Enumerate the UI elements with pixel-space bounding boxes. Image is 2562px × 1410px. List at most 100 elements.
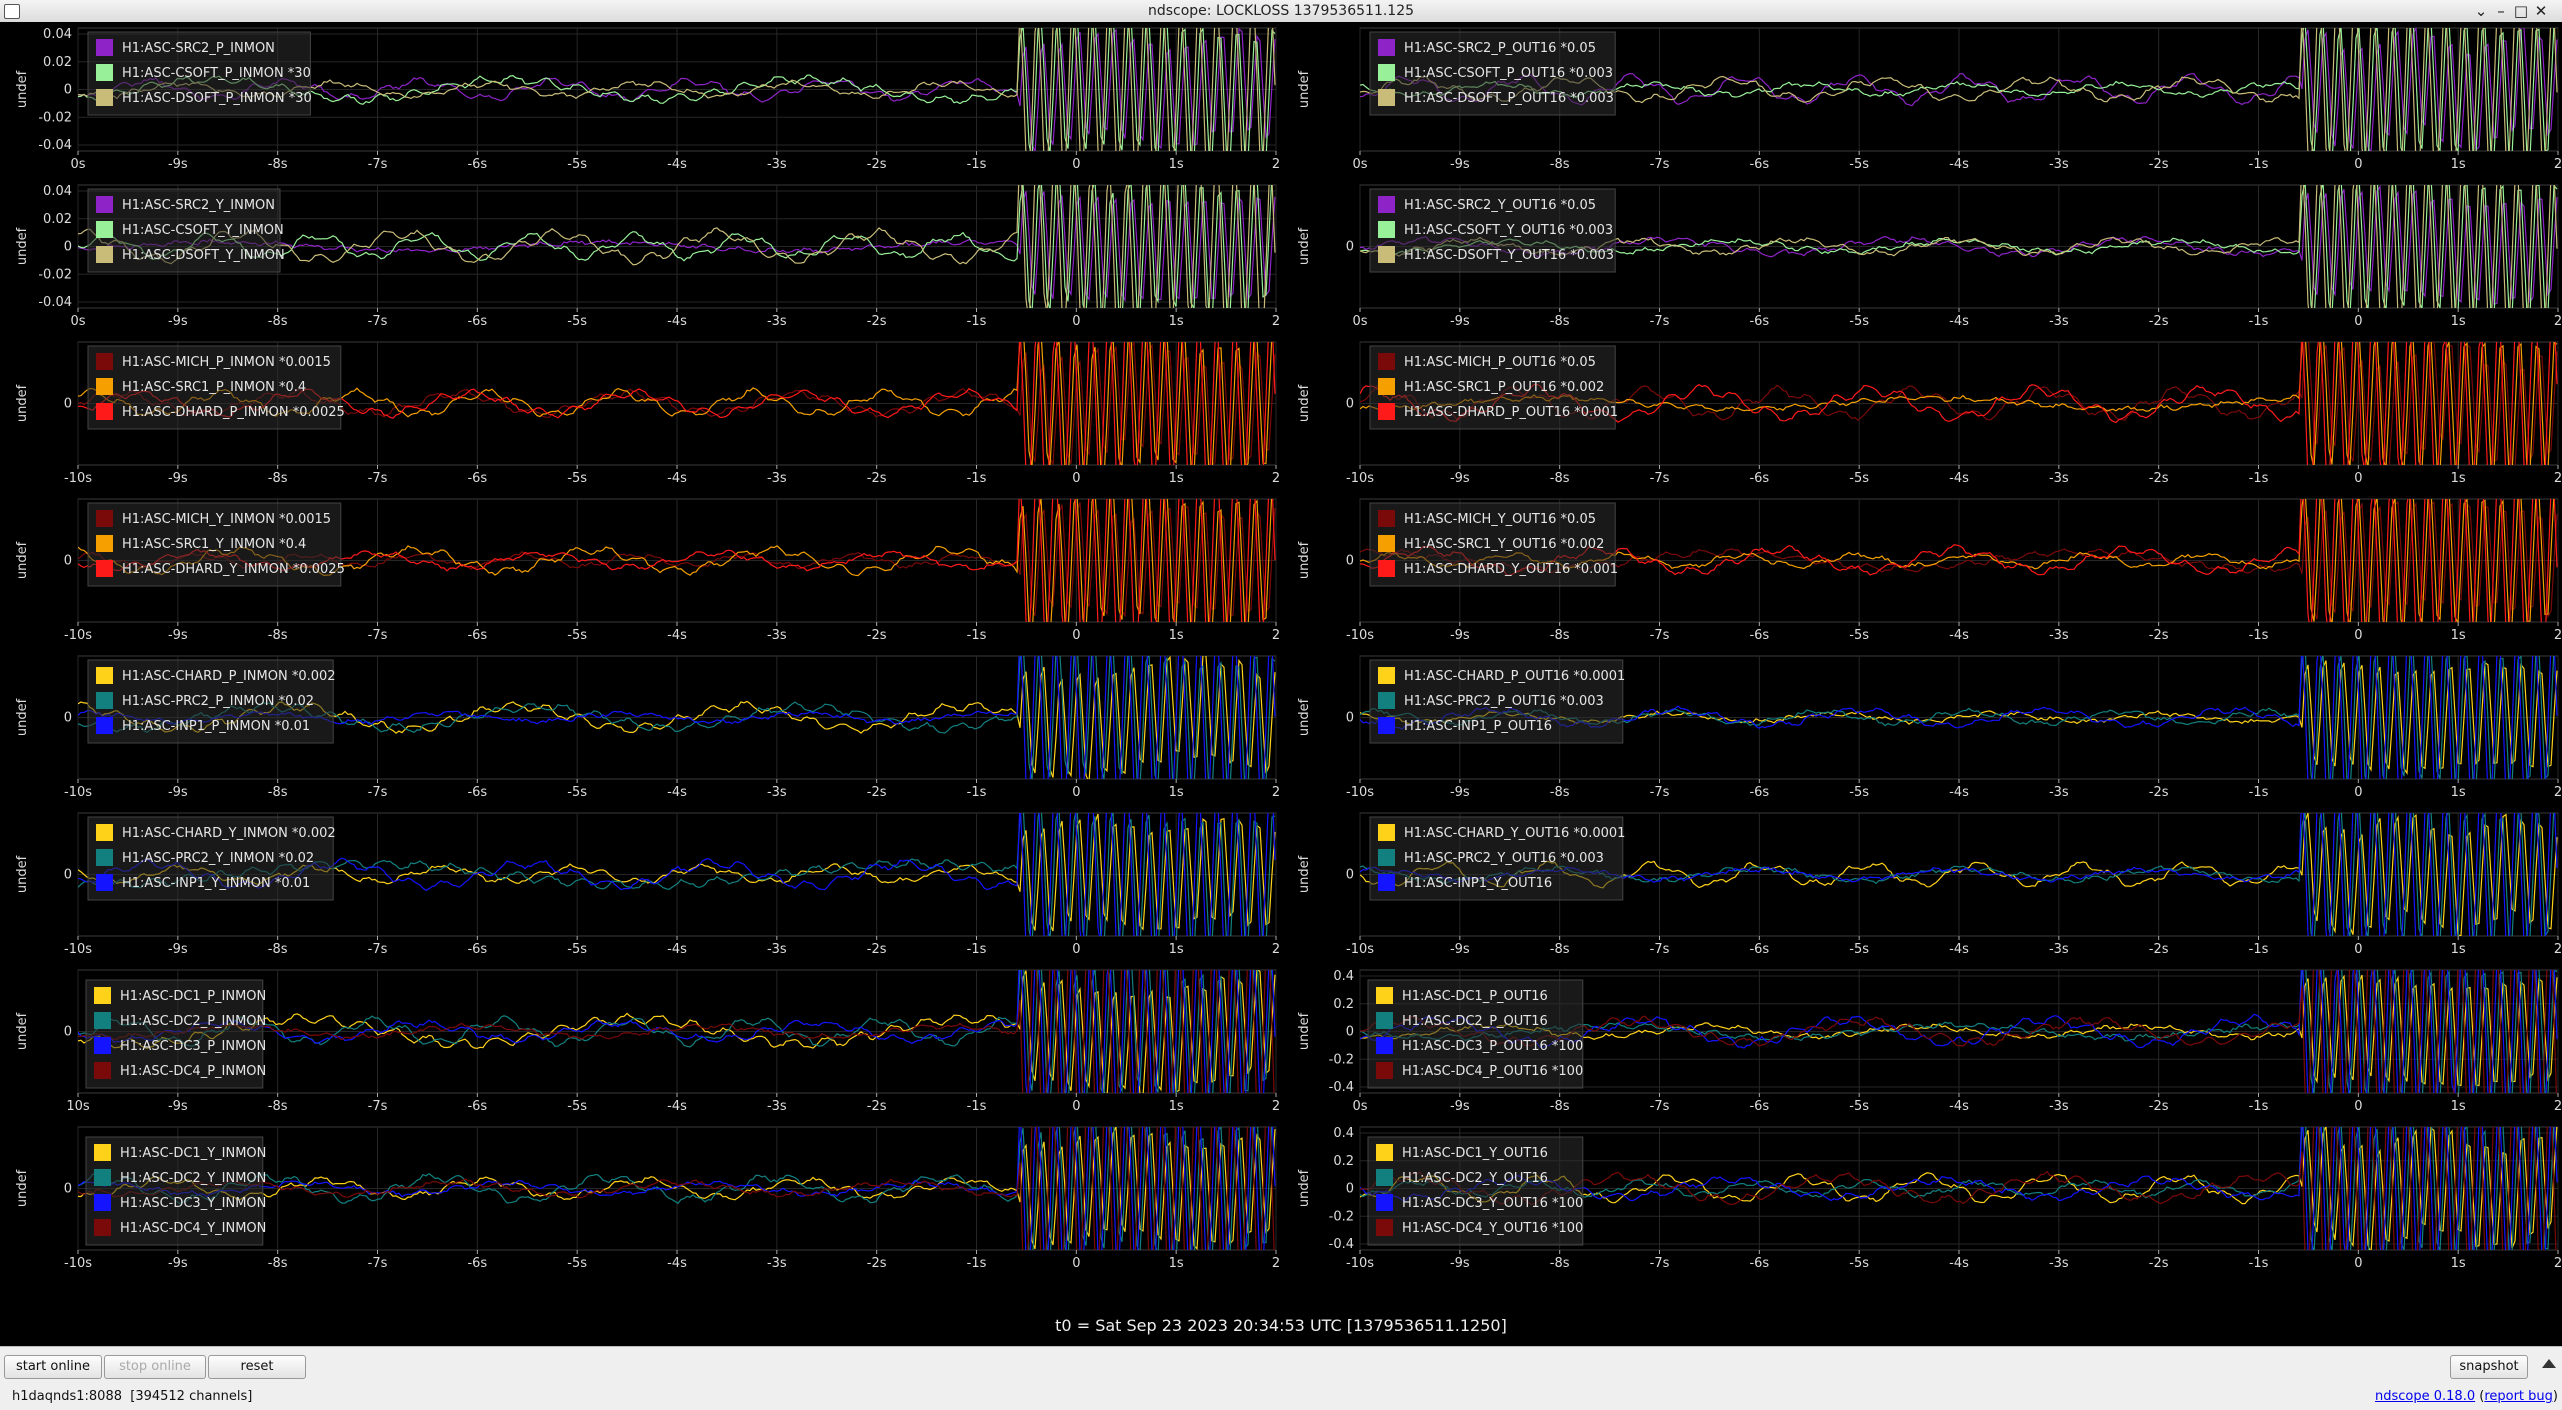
x-tick-label: -6s <box>1749 1099 1769 1114</box>
x-tick-label: -5s <box>567 1256 587 1271</box>
x-tick-label: 1s <box>1169 157 1184 172</box>
maximize-icon[interactable]: □ <box>2511 1 2531 21</box>
legend-swatch <box>96 403 113 420</box>
plot-SRC2_Y_OUT16[interactable]: 0s -9s -8s -7s -6s -5s -4s -3s -2s -1s 0 1s 2 0 undef H… <box>1282 179 2562 336</box>
x-tick-label: -8s <box>1550 471 1570 486</box>
x-tick-label: -7s <box>368 942 388 957</box>
legend-label: H1:ASC-DC1_Y_INMON <box>120 1146 266 1161</box>
plot-DC_Y_INMON[interactable]: -10s -9s -8s -7s -6s -5s -4s -3s -2s -1s 0 1s 2 0 unde… <box>0 1121 1280 1278</box>
x-tick-label: -10s <box>64 471 92 486</box>
x-tick-label: -8s <box>268 785 288 800</box>
plot-CHARD_P_INMON[interactable]: -10s -9s -8s -7s -6s -5s -4s -3s -2s -1s 0 1s 2 0 unde… <box>0 650 1280 807</box>
y-tick-label: 0 <box>64 240 72 255</box>
y-tick-label: 0 <box>64 397 72 412</box>
y-axis-label: undef <box>1297 698 1312 736</box>
legend-swatch <box>96 64 113 81</box>
minimize-icon[interactable]: – <box>2491 1 2511 21</box>
y-tick-label: 0 <box>1346 397 1354 412</box>
plot-SRC2_Y_INMON[interactable]: 0s -9s -8s -7s -6s -5s -4s -3s -2s -1s 0 1s 2 0.04 0.0… <box>0 179 1280 336</box>
x-tick-label: -3s <box>2049 314 2069 329</box>
x-tick-label: 0 <box>2354 785 2362 800</box>
y-tick-label: 0 <box>64 83 72 98</box>
x-tick-label: -6s <box>1749 314 1769 329</box>
x-tick-label: 0 <box>2354 1256 2362 1271</box>
close-icon[interactable]: ✕ <box>2531 1 2551 21</box>
x-tick-label: -8s <box>268 314 288 329</box>
x-tick-label: -10s <box>1346 628 1374 643</box>
x-tick-label: -10s <box>1346 1256 1374 1271</box>
plot-SRC2_P_OUT16[interactable]: 0s -9s -8s -7s -6s -5s -4s -3s -2s -1s 0 1s 2 undef H1… <box>1282 22 2562 179</box>
plot-SRC2_P_INMON[interactable]: 0s -9s -8s -7s -6s -5s -4s -3s -2s -1s 0 1s 2 0.04 0.0… <box>0 22 1280 179</box>
x-tick-label: 2 <box>1272 471 1280 486</box>
x-tick-label: -3s <box>767 314 787 329</box>
x-tick-label: 0 <box>2354 1099 2362 1114</box>
plot-MICH_P_INMON[interactable]: -10s -9s -8s -7s -6s -5s -4s -3s -2s -1s 0 1s 2 0 unde… <box>0 336 1280 493</box>
x-tick-label: 0 <box>1072 471 1080 486</box>
x-tick-label: -6s <box>1749 1256 1769 1271</box>
legend-swatch <box>96 353 113 370</box>
plot-MICH_Y_INMON[interactable]: -10s -9s -8s -7s -6s -5s -4s -3s -2s -1s 0 1s 2 0 unde… <box>0 493 1280 650</box>
report-bug-link[interactable]: report bug <box>2484 1389 2553 1404</box>
legend-label: H1:ASC-MICH_Y_INMON *0.0015 <box>122 512 331 527</box>
x-tick-label: -3s <box>767 157 787 172</box>
plot-DC_P_INMON[interactable]: 10s -9s -8s -7s -6s -5s -4s -3s -2s -1s 0 1s 2 0 undef… <box>0 964 1280 1121</box>
start-online-button[interactable]: start online <box>4 1355 102 1379</box>
y-tick-label: 0 <box>64 1025 72 1040</box>
legend-swatch <box>1376 1012 1393 1029</box>
x-tick-label: -2s <box>867 314 887 329</box>
y-axis-label: undef <box>15 384 30 422</box>
x-tick-label: -7s <box>368 628 388 643</box>
y-tick-label: 0 <box>1346 711 1354 726</box>
stop-online-button[interactable]: stop online <box>104 1355 206 1379</box>
x-tick-label: -7s <box>1650 314 1670 329</box>
plot-CHARD_Y_OUT16[interactable]: -10s -9s -8s -7s -6s -5s -4s -3s -2s -1s 0 1s 2 0 unde… <box>1282 807 2562 964</box>
x-tick-label: -3s <box>767 1099 787 1114</box>
plot-grid: 0s -9s -8s -7s -6s -5s -4s -3s -2s -1s 0 1s 2 0.04 0.0… <box>0 22 2562 1288</box>
legend-label: H1:ASC-DC3_P_OUT16 *100 <box>1402 1039 1583 1054</box>
plot-DC_Y_OUT16[interactable]: -10s -9s -8s -7s -6s -5s -4s -3s -2s -1s 0 1s 2 0.4 0.… <box>1282 1121 2562 1278</box>
x-tick-label: -1s <box>2249 628 2269 643</box>
x-tick-label: 0s <box>70 314 85 329</box>
legend-swatch <box>96 246 113 263</box>
x-tick-label: -6s <box>467 157 487 172</box>
x-tick-label: -6s <box>467 628 487 643</box>
window-menu-icon[interactable]: ⌄ <box>2471 1 2491 21</box>
t0-timestamp: t0 = Sat Sep 23 2023 20:34:53 UTC [13795… <box>1055 1316 1507 1335</box>
plot-MICH_P_OUT16[interactable]: -10s -9s -8s -7s -6s -5s -4s -3s -2s -1s 0 1s 2 0 unde… <box>1282 336 2562 493</box>
x-tick-label: -10s <box>64 628 92 643</box>
y-tick-label: -0.04 <box>38 295 72 310</box>
reset-button[interactable]: reset <box>208 1355 306 1379</box>
y-axis-label: undef <box>1297 855 1312 893</box>
legend-swatch <box>96 221 113 238</box>
plot-DC_P_OUT16[interactable]: 0s -9s -8s -7s -6s -5s -4s -3s -2s -1s 0 1s 2 0.4 0.2 0… <box>1282 964 2562 1121</box>
y-tick-label: -0.4 <box>1329 1080 1354 1095</box>
x-tick-label: 0 <box>2354 942 2362 957</box>
plot-CHARD_P_OUT16[interactable]: -10s -9s -8s -7s -6s -5s -4s -3s -2s -1s 0 1s 2 0 unde… <box>1282 650 2562 807</box>
x-tick-label: -2s <box>2149 785 2169 800</box>
legend-swatch <box>94 1062 111 1079</box>
legend-label: H1:ASC-PRC2_Y_INMON *0.02 <box>122 851 314 866</box>
x-tick-label: 0 <box>2354 314 2362 329</box>
plot-MICH_Y_OUT16[interactable]: -10s -9s -8s -7s -6s -5s -4s -3s -2s -1s 0 1s 2 0 unde… <box>1282 493 2562 650</box>
plot-CHARD_Y_INMON[interactable]: -10s -9s -8s -7s -6s -5s -4s -3s -2s -1s 0 1s 2 0 unde… <box>0 807 1280 964</box>
x-tick-label: -7s <box>368 314 388 329</box>
version-link[interactable]: ndscope 0.18.0 <box>2375 1389 2475 1404</box>
legend-label: H1:ASC-SRC1_Y_INMON *0.4 <box>122 537 306 552</box>
x-tick-label: 0 <box>1072 314 1080 329</box>
snapshot-button[interactable]: snapshot <box>2450 1355 2528 1379</box>
x-tick-label: 2 <box>1272 1099 1280 1114</box>
x-tick-label: -10s <box>64 942 92 957</box>
x-tick-label: -9s <box>168 942 188 957</box>
expand-icon[interactable] <box>2542 1359 2556 1368</box>
x-tick-label: -6s <box>467 942 487 957</box>
x-tick-label: 1s <box>1169 942 1184 957</box>
x-tick-label: 0 <box>2354 471 2362 486</box>
legend-label: H1:ASC-CSOFT_Y_OUT16 *0.003 <box>1404 223 1613 238</box>
x-tick-label: -7s <box>1650 785 1670 800</box>
x-tick-label: 1s <box>1169 1099 1184 1114</box>
x-tick-label: -5s <box>1849 471 1869 486</box>
x-tick-label: 1s <box>2451 1256 2466 1271</box>
x-tick-label: -9s <box>1450 628 1470 643</box>
x-tick-label: -9s <box>168 1099 188 1114</box>
x-tick-label: -2s <box>867 628 887 643</box>
